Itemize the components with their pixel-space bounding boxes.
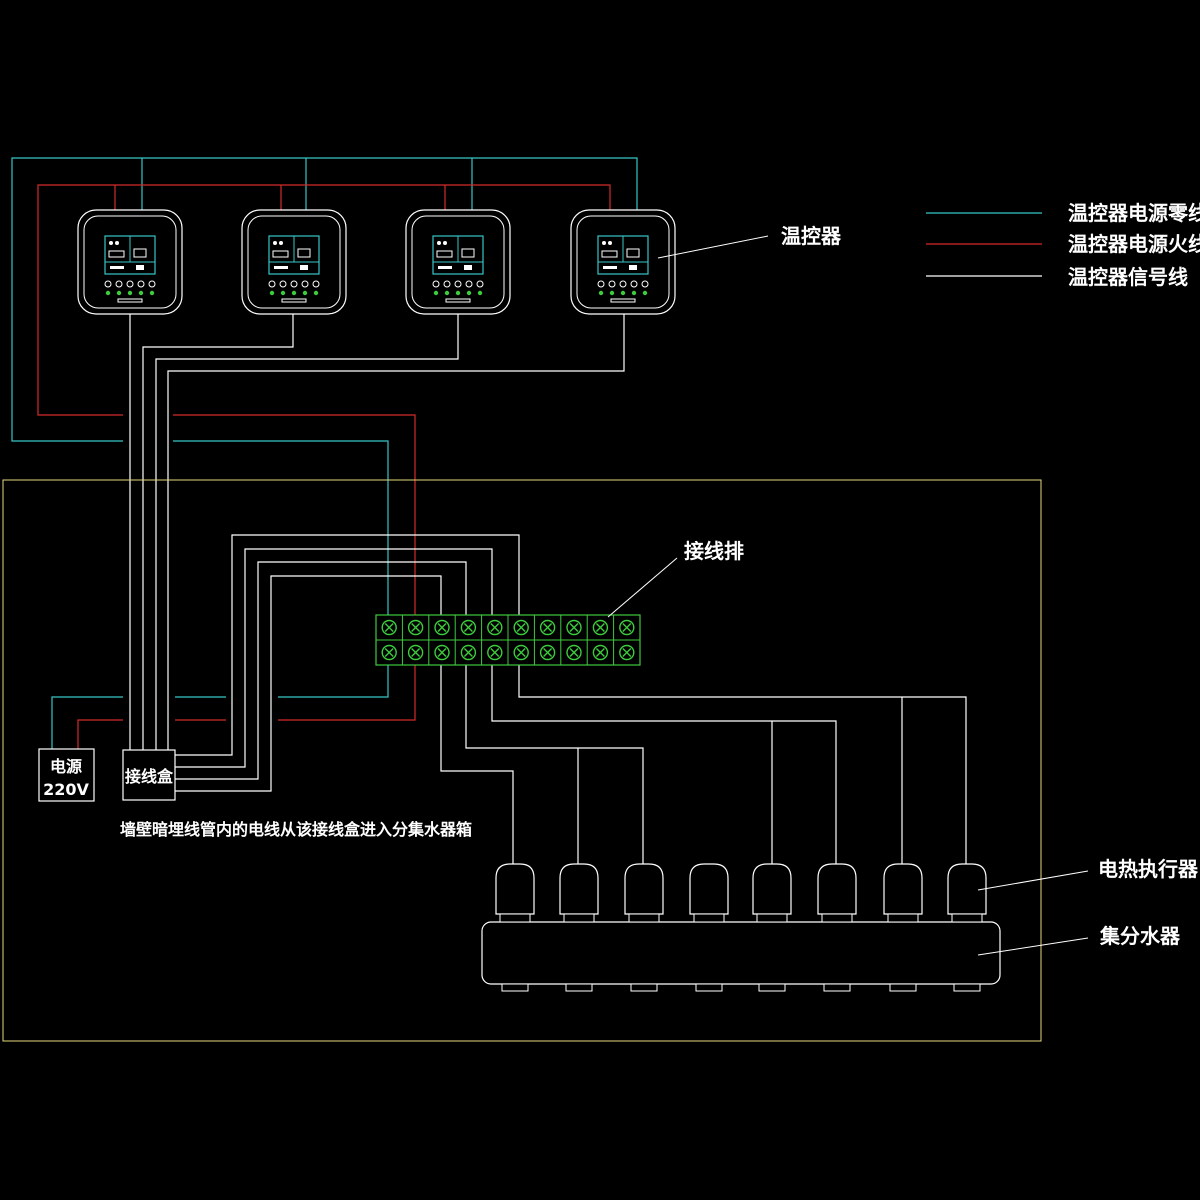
electric-actuator (559, 863, 599, 915)
actuator-collar (821, 913, 853, 923)
thermostat-unit (241, 209, 347, 315)
thermostat-unit (77, 209, 183, 315)
signal-bars-icon (110, 266, 124, 269)
signal-bars-icon (274, 266, 288, 269)
neutral-to-power-wire (51, 696, 123, 750)
electric-actuator (689, 863, 729, 915)
actuator-collar (693, 913, 725, 923)
wiring-diagram: 电源 220V 接线盒 温控器电源零线 温控器电源火线 温控器信号线 温控器 接… (2, 157, 1200, 1042)
installation-note: 墙壁暗埋线管内的电线从该接线盒进入分集水器箱 (120, 820, 472, 839)
fan-icon (602, 241, 606, 245)
mode-icon (464, 265, 472, 270)
thermostat-button-icon (313, 290, 319, 296)
thermostat-button-icon (269, 290, 275, 296)
neutral-terminal-out-wire (278, 665, 389, 698)
fan-icon (273, 241, 277, 245)
signal-wire-3 (155, 312, 459, 750)
live-terminal-out-wire (278, 665, 416, 721)
thermostat-button-icon (609, 290, 615, 296)
voltage-label: 220V (43, 780, 89, 799)
manifold-outlet (823, 983, 851, 992)
actuator-wire-6 (518, 665, 967, 864)
thermostat-button-icon (116, 290, 122, 296)
live-to-terminal-wire (173, 414, 416, 615)
legend-live-label: 温控器电源火线 (1068, 232, 1200, 256)
power-label: 电源 (50, 757, 82, 776)
thermostat-button-icon (455, 290, 461, 296)
actuator-collar (951, 913, 983, 923)
actuator-wire-4 (491, 665, 837, 864)
thermostat-button-icon (631, 290, 637, 296)
manifold-outlet (695, 983, 723, 992)
thermostat-unit (405, 209, 511, 315)
manifold-outlet (630, 983, 658, 992)
fan-icon (608, 241, 612, 245)
electric-actuator (883, 863, 923, 915)
actuator-leader-line (977, 870, 1089, 891)
fan-icon (115, 241, 119, 245)
electric-actuator (817, 863, 857, 915)
legend-signal-label: 温控器信号线 (1068, 265, 1188, 289)
electric-actuator (752, 863, 792, 915)
manifold-outlet (501, 983, 529, 992)
fan-icon (437, 241, 441, 245)
manifold-body (481, 921, 1001, 985)
mode-icon (629, 265, 637, 270)
thermostat-button-icon (477, 290, 483, 296)
thermostat-button-icon (138, 290, 144, 296)
legend-neutral-label: 温控器电源零线 (1068, 201, 1200, 225)
electric-actuator (624, 863, 664, 915)
mode-icon (300, 265, 308, 270)
signal-jb-wire-4 (175, 575, 442, 792)
manifold-label: 集分水器 (1099, 924, 1181, 948)
thermostat-button-icon (466, 290, 472, 296)
fan-icon (279, 241, 283, 245)
thermostats (77, 209, 676, 315)
live-to-power-wire (77, 719, 123, 750)
thermostat-label: 温控器 (781, 224, 842, 248)
junction-box: 接线盒 (122, 749, 176, 801)
actuator-collar (756, 913, 788, 923)
legend: 温控器电源零线 温控器电源火线 温控器信号线 (926, 201, 1200, 289)
signal-jb-wire-3 (175, 561, 467, 780)
neutral-to-cabinet-wire (173, 440, 389, 530)
terminal-strip (375, 614, 641, 666)
signal-wire-4 (167, 312, 625, 750)
thermostat-button-icon (149, 290, 155, 296)
manifold-assembly (481, 863, 1001, 992)
thermostat-button-icon (127, 290, 133, 296)
thermostat-button-icon (433, 290, 439, 296)
signal-bars-icon (603, 266, 617, 269)
thermostat-unit (570, 209, 676, 315)
actuator-collar (887, 913, 919, 923)
actuator-collar (563, 913, 595, 923)
manifold-outlet (565, 983, 593, 992)
terminal-leader-line (607, 557, 678, 618)
manifold-outlet (758, 983, 786, 992)
power-source-box: 电源 220V (38, 748, 95, 802)
electric-actuator (947, 863, 987, 915)
thermostat-button-icon (280, 290, 286, 296)
fan-icon (443, 241, 447, 245)
thermostat-button-icon (598, 290, 604, 296)
actuator-label: 电热执行器 (1098, 857, 1199, 881)
terminal-strip-label: 接线排 (684, 539, 744, 563)
electric-actuator (495, 863, 535, 915)
thermostat-button-icon (620, 290, 626, 296)
junction-box-label: 接线盒 (125, 767, 174, 786)
manifold-outlet (953, 983, 981, 992)
signal-bars-icon (438, 266, 452, 269)
thermostat-button-icon (444, 290, 450, 296)
mode-icon (136, 265, 144, 270)
manifold-outlet (889, 983, 917, 992)
fan-icon (109, 241, 113, 245)
actuator-collar (628, 913, 660, 923)
thermostat-button-icon (642, 290, 648, 296)
thermostat-button-icon (105, 290, 111, 296)
thermostat-button-icon (291, 290, 297, 296)
actuator-collar (499, 913, 531, 923)
thermostat-button-icon (302, 290, 308, 296)
